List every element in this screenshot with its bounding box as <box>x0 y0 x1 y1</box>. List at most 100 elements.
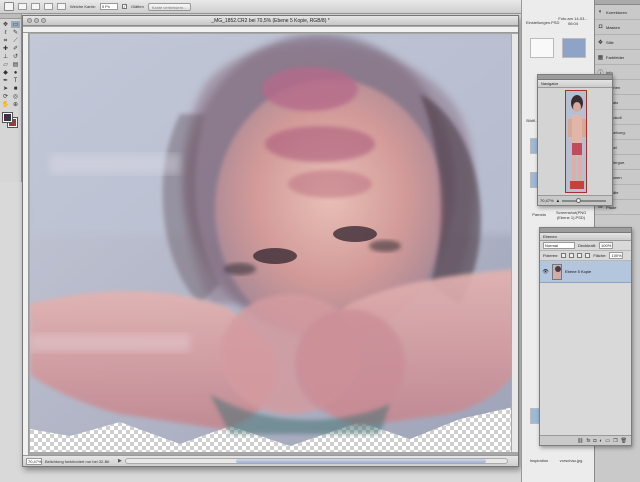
swatches-icon: ▦ <box>597 54 604 61</box>
lock-all-icon[interactable] <box>585 253 591 258</box>
lock-row: Fixieren: Fläche: 100% <box>540 251 631 261</box>
blend-mode-select[interactable]: Normal <box>543 242 575 249</box>
dock-item-masks[interactable]: ◘ Masken <box>595 20 640 35</box>
antialias-label: Glätten <box>130 4 144 9</box>
lock-transparent-icon[interactable] <box>561 253 567 258</box>
photoshop-screen: Weiche Kante: 0 Px ✓ Glätten Kante verbe… <box>0 0 640 482</box>
type-tool-icon[interactable]: T <box>11 77 20 84</box>
bridge-item-label[interactable]: Einstellungen.PSD <box>526 20 559 25</box>
3d-orbit-tool-icon[interactable]: ◎ <box>11 93 20 100</box>
dock-item-label: Stile <box>606 39 614 45</box>
fill-field[interactable]: 100% <box>609 252 624 259</box>
zoom-tool-icon[interactable]: ⊕ <box>11 101 20 108</box>
new-layer-icon[interactable]: ❐ <box>613 438 617 444</box>
brush-tool-icon[interactable]: ✐ <box>11 45 20 52</box>
marquee-tool-preset-icon[interactable] <box>4 2 14 11</box>
marquee-tool-icon[interactable]: ▭ <box>11 21 20 28</box>
delete-layer-icon[interactable]: 🗑 <box>621 438 627 444</box>
foreground-color-swatch[interactable] <box>2 112 13 123</box>
bridge-thumbnail[interactable] <box>562 38 586 58</box>
hand-tool-icon[interactable]: ✋ <box>1 101 10 108</box>
bridge-item-label[interactable]: Screenshot(PNG (Ebene 1).PSD) <box>556 210 586 220</box>
options-bar: Weiche Kante: 0 Px ✓ Glätten Kante verbe… <box>0 0 600 14</box>
layers-panel: Ebenen Normal Deckkraft: 100% Fixieren: … <box>539 227 632 446</box>
refine-edge-button[interactable]: Kante verbessern... <box>147 2 191 11</box>
image-canvas[interactable] <box>30 34 518 452</box>
blend-row: Normal Deckkraft: 100% <box>540 241 631 251</box>
bridge-thumbnail[interactable] <box>530 38 554 58</box>
vertical-scrollbar[interactable] <box>511 34 518 452</box>
adjustment-layer-icon[interactable]: ◐ <box>599 438 602 444</box>
move-tool-icon[interactable]: ✥ <box>1 21 10 28</box>
3d-rotate-tool-icon[interactable]: ⟳ <box>1 93 10 100</box>
eyedropper-tool-icon[interactable]: ⟋ <box>11 37 20 44</box>
fill-label: Fläche: <box>593 253 607 258</box>
layers-tab[interactable]: Ebenen <box>540 233 631 241</box>
bridge-item-label[interactable]: Foto am 14-03... 06:04 <box>558 16 588 26</box>
quick-select-tool-icon[interactable]: ✎ <box>11 29 20 36</box>
blur-tool-icon[interactable]: ◆ <box>1 69 10 76</box>
navigator-zoom-knob[interactable] <box>576 197 582 203</box>
dock-item-label: Masken <box>606 24 621 30</box>
bridge-item-label[interactable]: vorschau.jpg <box>556 458 586 463</box>
intersect-selection-icon[interactable] <box>57 3 66 10</box>
dodge-tool-icon[interactable]: ● <box>11 69 20 76</box>
layers-list-empty <box>540 283 631 433</box>
status-info: Belichtung funktioniert nur bei 32-Bit <box>45 458 110 464</box>
horizontal-scroll-thumb[interactable] <box>235 459 486 463</box>
navigator-panel: Navigator 70,47% ▴ <box>537 74 613 206</box>
feather-input[interactable]: 0 Px <box>99 3 118 10</box>
bridge-item-label[interactable]: Inspiration <box>524 458 554 463</box>
dock-item-label: Korrekturen <box>606 9 627 15</box>
visibility-eye-icon[interactable]: 👁 <box>542 268 549 275</box>
layer-thumbnail <box>552 263 562 280</box>
history-brush-tool-icon[interactable]: ↺ <box>11 53 20 60</box>
lock-image-icon[interactable] <box>569 253 575 258</box>
horizontal-scrollbar[interactable] <box>124 458 508 464</box>
layer-row[interactable]: 👁 Ebene 5 Kopie <box>540 261 631 283</box>
document-titlebar[interactable]: _MG_1852.CR2 bei 70,5% (Ebene 5 Kopie, R… <box>23 16 518 26</box>
eraser-tool-icon[interactable]: ▱ <box>1 61 10 68</box>
stamp-tool-icon[interactable]: ⊥ <box>1 53 10 60</box>
lasso-tool-icon[interactable]: ℓ <box>1 29 10 36</box>
layer-name[interactable]: Ebene 5 Kopie <box>565 269 591 274</box>
layers-footer: ⛓ fx ◘ ◐ ▭ ❐ 🗑 <box>540 435 631 445</box>
navigator-zoom[interactable]: 70,47% <box>540 198 554 203</box>
crop-tool-icon[interactable]: ⌗ <box>1 37 10 44</box>
new-group-icon[interactable]: ▭ <box>605 438 610 444</box>
navigator-footer: 70,47% ▴ <box>538 195 612 205</box>
zoom-level-field[interactable]: 70,47% <box>26 457 42 465</box>
antialias-checkbox[interactable]: ✓ <box>121 4 127 9</box>
path-select-tool-icon[interactable]: ➤ <box>1 85 10 92</box>
opacity-label: Deckkraft: <box>578 243 597 248</box>
dock-item-styles[interactable]: ❖ Stile <box>595 35 640 50</box>
navigator-zoom-slider[interactable] <box>562 197 606 203</box>
navigator-thumbnail <box>566 91 586 192</box>
bridge-item-label[interactable]: Pamela <box>524 212 554 217</box>
zoom-out-icon[interactable]: ▴ <box>557 198 560 204</box>
lock-position-icon[interactable] <box>577 253 583 258</box>
new-selection-icon[interactable] <box>18 3 27 10</box>
document-statusbar: 70,47% Belichtung funktioniert nur bei 3… <box>23 455 518 466</box>
shape-tool-icon[interactable]: ■ <box>11 85 20 92</box>
feather-label: Weiche Kante: <box>70 4 96 9</box>
vertical-ruler[interactable] <box>23 33 29 463</box>
add-mask-icon[interactable]: ◘ <box>593 438 596 444</box>
link-layers-icon[interactable]: ⛓ <box>577 438 583 444</box>
adjustments-icon: ◐ <box>598 9 603 15</box>
navigator-tab[interactable]: Navigator <box>538 80 612 88</box>
gradient-tool-icon[interactable]: ▤ <box>11 61 20 68</box>
tools-panel: ✥ ▭ ℓ ✎ ⌗ ⟋ ✚ ✐ ⊥ ↺ ▱ ▤ ◆ ● ✒ T ➤ ■ ⟳ ◎ … <box>0 14 22 182</box>
pen-tool-icon[interactable]: ✒ <box>1 77 10 84</box>
dock-item-swatches[interactable]: ▦ Farbfelder <box>595 50 640 65</box>
subtract-selection-icon[interactable] <box>44 3 53 10</box>
edited-photo <box>30 34 518 446</box>
add-selection-icon[interactable] <box>31 3 40 10</box>
status-menu-arrow-icon[interactable]: ▶ <box>118 458 122 464</box>
navigator-preview[interactable] <box>565 90 587 193</box>
opacity-field[interactable]: 100% <box>599 242 614 249</box>
horizontal-ruler[interactable] <box>23 27 518 33</box>
layer-style-icon[interactable]: fx <box>586 438 590 444</box>
dock-item-adjustments[interactable]: ◐ Korrekturen <box>595 5 640 20</box>
healing-tool-icon[interactable]: ✚ <box>1 45 10 52</box>
